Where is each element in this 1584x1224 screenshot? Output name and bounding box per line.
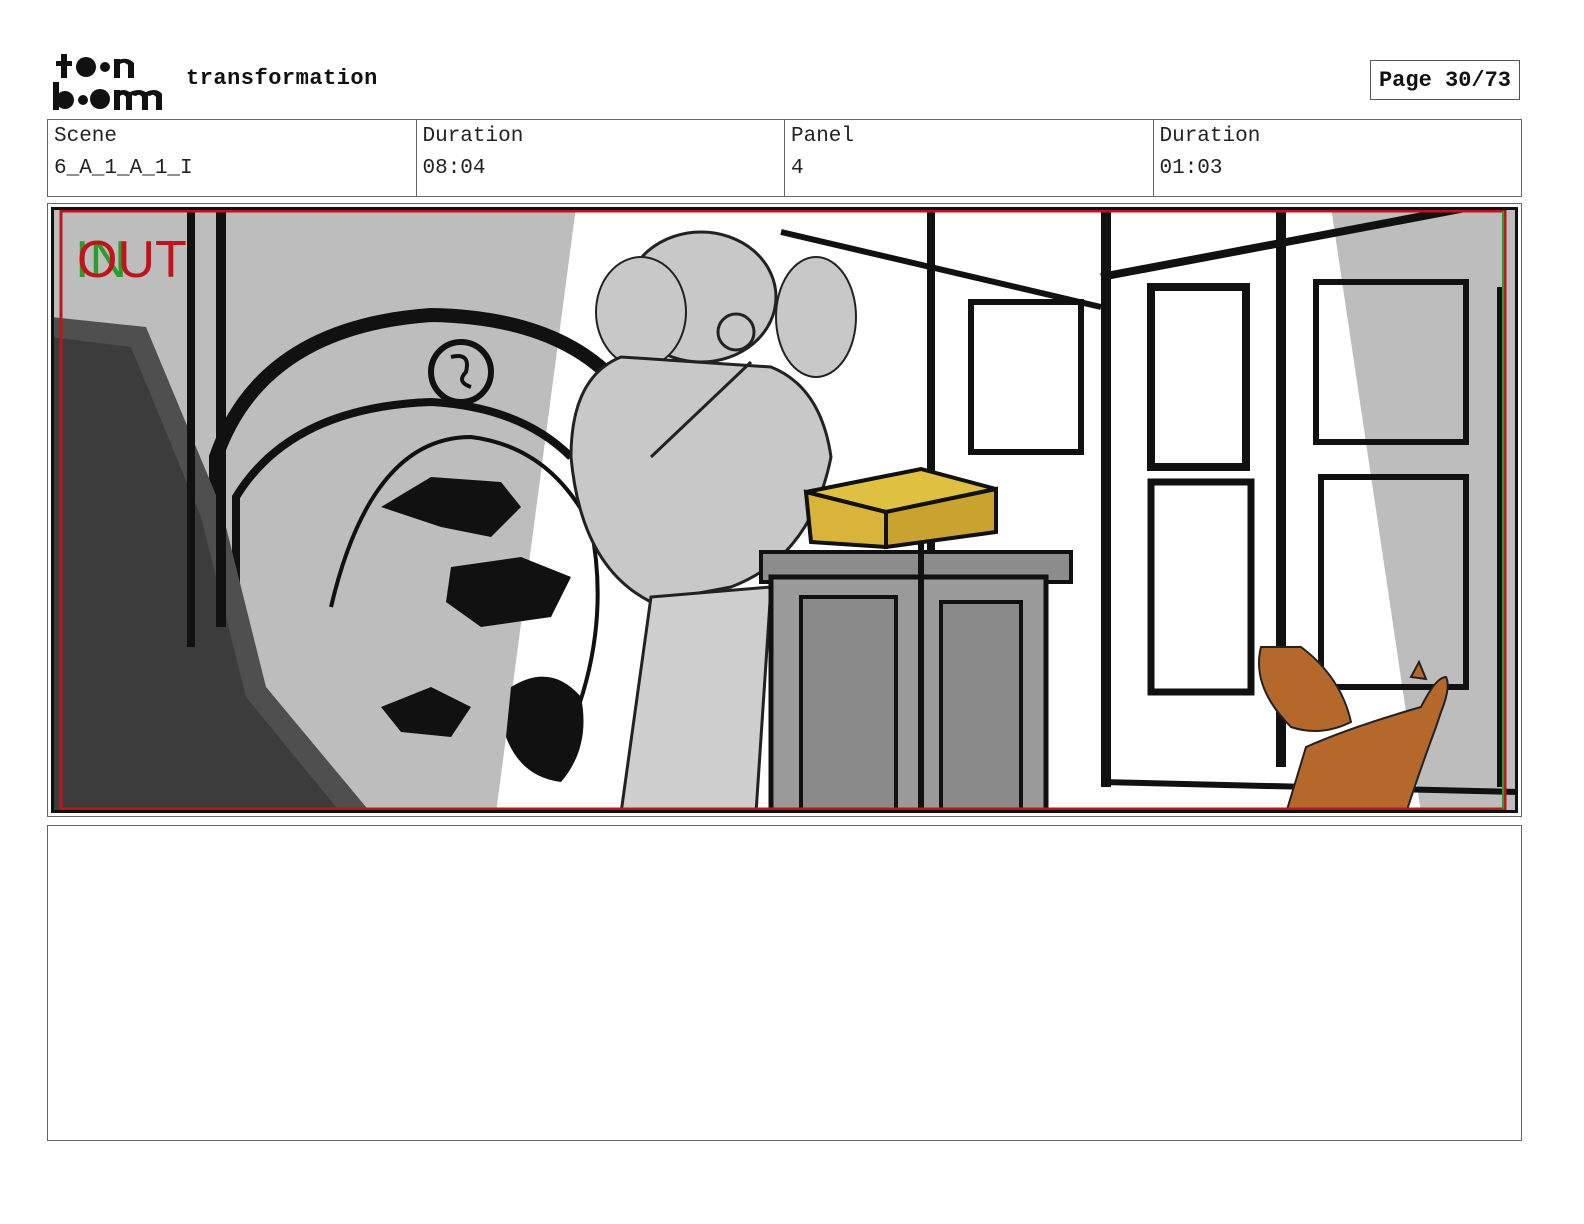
panel-label: Panel — [791, 125, 855, 148]
panel-value: 4 — [791, 157, 804, 180]
scene-duration-value: 08:04 — [422, 157, 486, 180]
scene-info-table: Scene 6_A_1_A_1_I Duration 08:04 Panel 4… — [47, 119, 1522, 197]
scene-value: 6_A_1_A_1_I — [54, 157, 193, 180]
panel-duration-cell: Duration 01:03 — [1154, 120, 1522, 196]
panel-cell: Panel 4 — [785, 120, 1154, 196]
out-marker: OUT — [77, 231, 187, 289]
scene-label: Scene — [54, 125, 118, 148]
project-title: transformation — [186, 66, 378, 91]
toon-boom-logo — [53, 54, 162, 110]
scene-duration-cell: Duration 08:04 — [417, 120, 785, 196]
panel-duration-value: 01:03 — [1159, 157, 1223, 180]
page-indicator: Page 30/73 — [1370, 60, 1520, 100]
scene-cell: Scene 6_A_1_A_1_I — [48, 120, 417, 196]
storyboard-panel-drawing: IN OUT — [51, 207, 1518, 813]
scene-duration-label: Duration — [422, 125, 524, 148]
panel-duration-label: Duration — [1159, 125, 1261, 148]
panel-notes-area[interactable] — [47, 825, 1522, 1141]
